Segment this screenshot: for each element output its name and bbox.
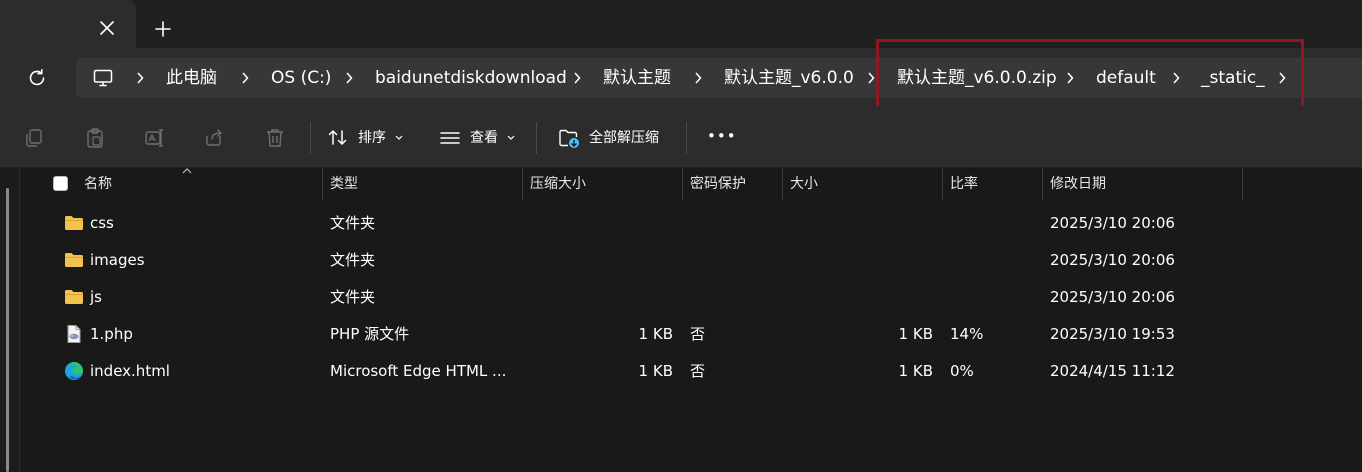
divider — [686, 122, 687, 154]
file-name[interactable]: index.html — [90, 362, 170, 381]
tab-strip — [0, 0, 1362, 56]
divider — [310, 122, 311, 154]
command-bar: 排序 查看 全部解压缩 ••• — [0, 106, 1362, 168]
sort-ascending-icon — [182, 168, 192, 174]
column-type[interactable]: 类型 — [330, 175, 358, 193]
file-row[interactable]: images 文件夹 2025/3/10 20:06 — [20, 242, 1362, 279]
breadcrumb-item[interactable]: 默认主题_v6.0.0.zip — [897, 67, 1057, 89]
column-compressed-size[interactable]: 压缩大小 — [530, 175, 586, 193]
scrollbar[interactable] — [6, 188, 9, 472]
breadcrumb-item[interactable]: default — [1096, 67, 1156, 89]
file-row[interactable]: js 文件夹 2025/3/10 20:06 — [20, 279, 1362, 316]
chevron-right-icon[interactable] — [693, 70, 703, 86]
plus-icon[interactable] — [152, 18, 174, 40]
file-name[interactable]: js — [90, 288, 102, 307]
column-password[interactable]: 密码保护 — [690, 175, 746, 193]
file-row[interactable]: 1.php PHP 源文件 1 KB 否 1 KB 14% 2025/3/10 … — [20, 316, 1362, 353]
column-divider[interactable] — [1242, 168, 1243, 200]
sort-icon[interactable] — [327, 127, 349, 149]
file-type: Microsoft Edge HTML ... — [330, 362, 507, 380]
address-bar[interactable]: 此电脑 OS (C:) baidunetdiskdownload 默认主题 默认… — [76, 58, 1362, 98]
column-divider[interactable] — [522, 168, 523, 200]
breadcrumb-item[interactable]: baidunetdiskdownload — [375, 67, 567, 89]
sort-button[interactable]: 排序 — [358, 129, 386, 147]
breadcrumb-item[interactable]: 默认主题 — [603, 67, 671, 89]
computer-icon[interactable] — [92, 67, 114, 89]
file-ratio: 14% — [950, 325, 984, 343]
file-name[interactable]: 1.php — [90, 325, 133, 344]
column-modified[interactable]: 修改日期 — [1050, 175, 1106, 193]
chevron-right-icon[interactable] — [240, 70, 250, 86]
more-options-button[interactable]: ••• — [707, 127, 737, 145]
php-file-icon — [67, 325, 81, 343]
paste-icon[interactable] — [84, 127, 106, 149]
column-divider[interactable] — [322, 168, 323, 200]
file-modified: 2025/3/10 20:06 — [1050, 288, 1175, 306]
select-all-checkbox[interactable] — [53, 176, 68, 191]
file-list-pane: 名称 类型 压缩大小 密码保护 大小 比率 修改日期 css 文件夹 2025/… — [0, 168, 1362, 472]
chevron-right-icon[interactable] — [866, 70, 876, 86]
chevron-down-icon[interactable] — [395, 135, 403, 141]
folder-icon — [65, 216, 83, 230]
column-divider[interactable] — [682, 168, 683, 200]
share-icon[interactable] — [204, 127, 226, 149]
file-type: 文件夹 — [330, 288, 376, 306]
file-size: 1 KB — [898, 362, 933, 380]
column-header: 名称 类型 压缩大小 密码保护 大小 比率 修改日期 — [20, 168, 1362, 200]
file-password: 否 — [690, 362, 706, 380]
column-ratio[interactable]: 比率 — [950, 175, 978, 193]
edge-html-icon — [65, 362, 83, 380]
file-type: 文件夹 — [330, 251, 376, 269]
breadcrumb-item[interactable]: 此电脑 — [166, 67, 217, 89]
file-size: 1 KB — [898, 325, 933, 343]
chevron-right-icon[interactable] — [344, 70, 354, 86]
file-type: PHP 源文件 — [330, 325, 410, 343]
file-name[interactable]: css — [90, 214, 114, 233]
view-icon[interactable] — [439, 127, 461, 149]
file-row[interactable]: index.html Microsoft Edge HTML ... 1 KB … — [20, 353, 1362, 390]
navigation-pane — [0, 168, 20, 472]
folder-icon — [65, 253, 83, 267]
file-name[interactable]: images — [90, 251, 145, 270]
file-password: 否 — [690, 325, 706, 343]
folder-icon — [65, 290, 83, 304]
column-size[interactable]: 大小 — [790, 175, 818, 193]
column-divider[interactable] — [1042, 168, 1043, 200]
navigation-bar: 此电脑 OS (C:) baidunetdiskdownload 默认主题 默认… — [0, 48, 1362, 106]
breadcrumb-item[interactable]: 默认主题_v6.0.0 — [724, 67, 854, 89]
breadcrumb-item[interactable]: OS (C:) — [271, 67, 331, 89]
copy-icon[interactable] — [23, 127, 45, 149]
column-divider[interactable] — [782, 168, 783, 200]
chevron-right-icon[interactable] — [1277, 70, 1287, 86]
chevron-down-icon[interactable] — [507, 135, 515, 141]
close-icon[interactable] — [96, 17, 118, 39]
file-modified: 2025/3/10 20:06 — [1050, 214, 1175, 232]
extract-all-button[interactable]: 全部解压缩 — [589, 129, 659, 147]
file-compressed-size: 1 KB — [638, 325, 673, 343]
column-divider[interactable] — [942, 168, 943, 200]
extract-all-icon[interactable] — [558, 127, 580, 149]
chevron-right-icon[interactable] — [1171, 70, 1181, 86]
chevron-right-icon[interactable] — [572, 70, 582, 86]
refresh-icon[interactable] — [26, 67, 48, 89]
file-compressed-size: 1 KB — [638, 362, 673, 380]
chevron-right-icon[interactable] — [1065, 70, 1075, 86]
file-type: 文件夹 — [330, 214, 376, 232]
file-ratio: 0% — [950, 362, 974, 380]
divider — [536, 122, 537, 154]
file-modified: 2025/3/10 19:53 — [1050, 325, 1175, 343]
file-modified: 2024/4/15 11:12 — [1050, 362, 1175, 380]
rename-icon[interactable] — [144, 127, 166, 149]
file-row[interactable]: css 文件夹 2025/3/10 20:06 — [20, 205, 1362, 242]
chevron-right-icon[interactable] — [135, 70, 145, 86]
file-modified: 2025/3/10 20:06 — [1050, 251, 1175, 269]
view-button[interactable]: 查看 — [470, 129, 498, 147]
delete-icon[interactable] — [264, 127, 286, 149]
breadcrumb-item-current[interactable]: _static_ — [1201, 67, 1265, 89]
column-name[interactable]: 名称 — [84, 175, 112, 193]
